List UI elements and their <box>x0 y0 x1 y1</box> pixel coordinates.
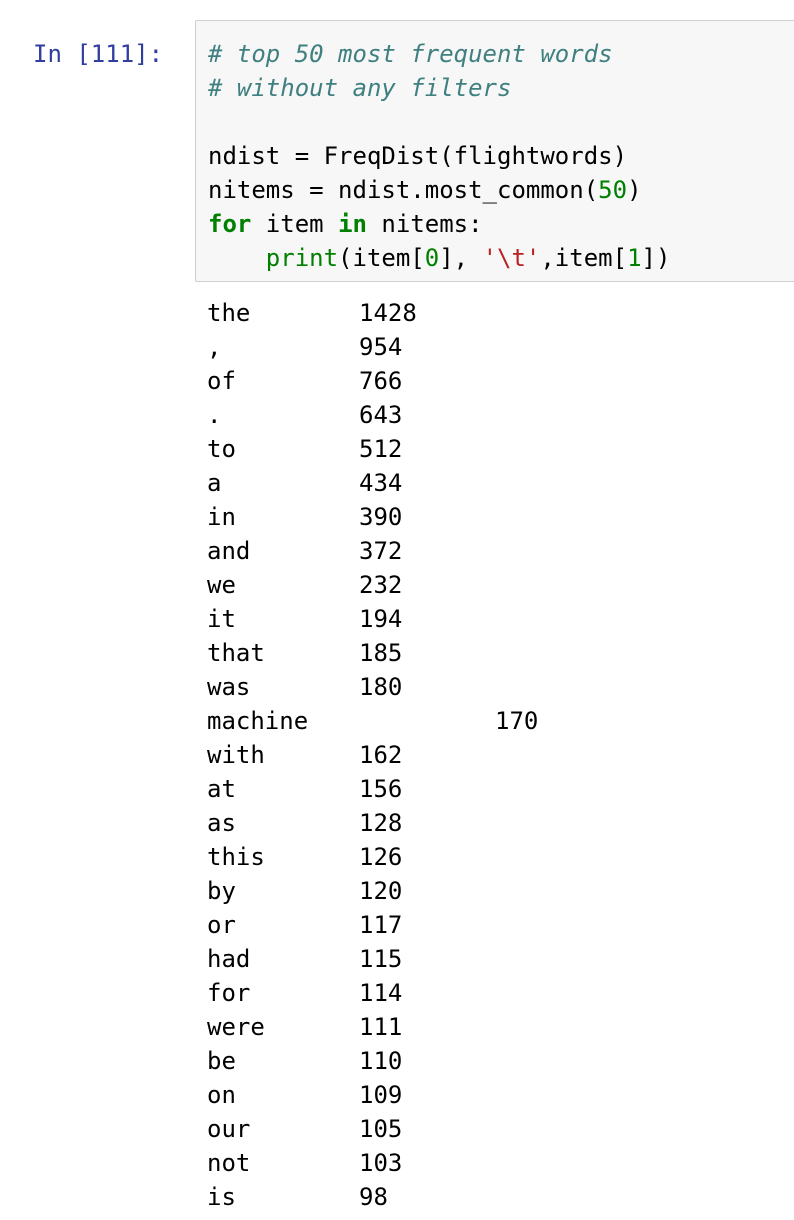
code-keyword: for <box>208 210 252 238</box>
code-token: FreqDist(flightwords) <box>309 142 628 170</box>
output-count: 232 <box>359 571 403 599</box>
output-count: 643 <box>359 401 403 429</box>
output-word: in <box>207 503 236 531</box>
output-word: as <box>207 809 236 837</box>
output-count: 954 <box>359 333 403 361</box>
code-number: 50 <box>598 176 628 204</box>
code-token: ,item[ <box>540 244 628 272</box>
output-word: it <box>207 605 236 633</box>
code-string: '\t' <box>482 244 541 272</box>
output-count: 115 <box>359 945 403 973</box>
code-comment: # without any filters <box>208 74 512 102</box>
output-word: . <box>207 401 222 429</box>
output-count: 109 <box>359 1081 403 1109</box>
output-word: , <box>207 333 222 361</box>
output-count: 103 <box>359 1149 403 1177</box>
output-word: of <box>207 367 236 395</box>
code-token: (item[ <box>338 244 425 272</box>
output-word: had <box>207 945 251 973</box>
code-builtin: print <box>265 244 339 272</box>
code-line-7: print(item[0], '\t',item[1]) <box>208 241 671 275</box>
code-line-4: ndist = FreqDist(flightwords) <box>208 139 670 173</box>
code-operator: = <box>294 142 310 170</box>
code-token: item <box>251 210 339 238</box>
output-count: 98 <box>359 1183 388 1211</box>
code-token: ndist <box>208 142 295 170</box>
output-word: not <box>207 1149 251 1177</box>
output-word: for <box>207 979 251 1007</box>
output-word: be <box>207 1047 236 1075</box>
input-prompt: In [111]: <box>33 40 164 68</box>
output-count: 1428 <box>359 299 417 327</box>
output-word: we <box>207 571 236 599</box>
code-line-1: # top 50 most frequent words <box>208 37 670 71</box>
output-word: with <box>207 741 265 769</box>
code-line-6: for item in nitems: <box>208 207 670 241</box>
output-word: a <box>207 469 222 497</box>
output-count: 390 <box>359 503 403 531</box>
code-token: ], <box>439 244 483 272</box>
output-count: 110 <box>359 1047 403 1075</box>
code-token: nitems <box>208 176 310 204</box>
code-token: ndist.most_common( <box>323 176 599 204</box>
output-count: 126 <box>359 843 403 871</box>
output-count: 117 <box>359 911 403 939</box>
output-count: 114 <box>359 979 403 1007</box>
output-word: this <box>207 843 265 871</box>
code-token: nitems: <box>366 210 483 238</box>
output-count: 372 <box>359 537 403 565</box>
code-editor[interactable]: # top 50 most frequent words # without an… <box>195 20 794 282</box>
output-word: were <box>207 1013 265 1041</box>
output-word: and <box>207 537 251 565</box>
output-word: our <box>207 1115 251 1143</box>
output-count: 120 <box>359 877 403 905</box>
code-token: ) <box>627 176 642 204</box>
output-word: machine <box>207 707 309 735</box>
output-count: 434 <box>359 469 403 497</box>
code-operator: = <box>309 176 324 204</box>
code-text: # top 50 most frequent words # without an… <box>208 37 670 275</box>
output-count: 162 <box>359 741 403 769</box>
output-word: the <box>207 299 251 327</box>
code-keyword: in <box>338 210 367 238</box>
code-token: ]) <box>641 244 671 272</box>
output-word: is <box>207 1183 236 1211</box>
code-line-2: # without any filters <box>208 71 670 105</box>
output-word: was <box>207 673 251 701</box>
output-word: or <box>207 911 236 939</box>
code-comment: # top 50 most frequent words <box>208 40 613 68</box>
output-word: at <box>207 775 236 803</box>
notebook-code-cell: In [111]: # top 50 most frequent words # … <box>0 0 794 1220</box>
code-line-5: nitems = ndist.most_common(50) <box>208 173 670 207</box>
output-count: 128 <box>359 809 403 837</box>
output-word: to <box>207 435 236 463</box>
output-count: 766 <box>359 367 403 395</box>
output-word: that <box>207 639 265 667</box>
output-count: 185 <box>359 639 403 667</box>
output-word: on <box>207 1081 236 1109</box>
output-count: 156 <box>359 775 403 803</box>
output-count: 180 <box>359 673 403 701</box>
output-count: 105 <box>359 1115 403 1143</box>
output-count: 194 <box>359 605 403 633</box>
output-word: by <box>207 877 236 905</box>
output-count: 512 <box>359 435 403 463</box>
output-count: 111 <box>359 1013 403 1041</box>
output-count: 170 <box>495 707 539 735</box>
code-number: 1 <box>627 244 642 272</box>
code-number: 0 <box>424 244 440 272</box>
